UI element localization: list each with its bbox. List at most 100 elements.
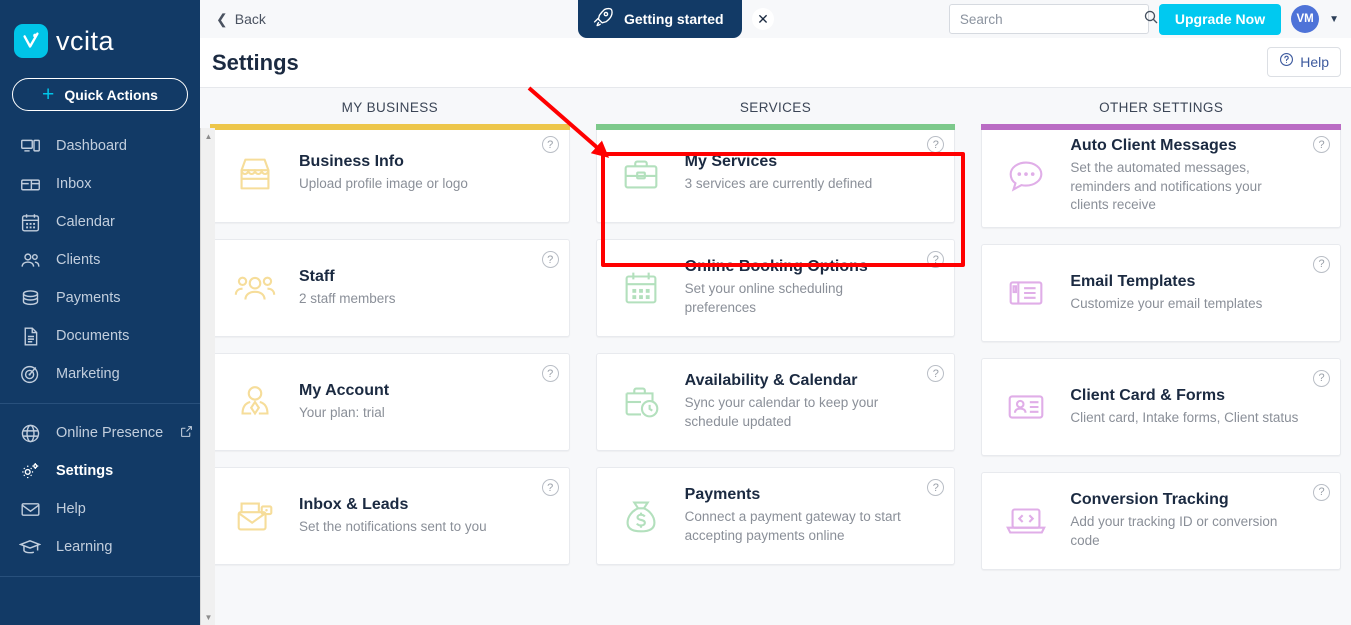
briefcase-clock-icon bbox=[613, 379, 669, 425]
question-circle-icon bbox=[1279, 52, 1294, 72]
card-email-templates[interactable]: Email Templates Customize your email tem… bbox=[981, 244, 1341, 342]
sidebar-item-label: Marketing bbox=[56, 366, 120, 382]
accent-bar bbox=[596, 124, 956, 130]
settings-columns: MY BUSINESS Business Info Upload profile… bbox=[200, 88, 1351, 586]
id-card-icon bbox=[998, 384, 1054, 430]
sidebar-item-label: Clients bbox=[56, 252, 100, 268]
card-payments[interactable]: Payments Connect a payment gateway to st… bbox=[596, 467, 956, 565]
sidebar-item-help[interactable]: Help bbox=[0, 490, 200, 528]
close-icon[interactable]: ✕ bbox=[752, 8, 774, 30]
envelope-icon bbox=[18, 497, 42, 521]
column-title: SERVICES bbox=[596, 100, 956, 115]
getting-started-button[interactable]: Getting started bbox=[578, 0, 742, 38]
payments-icon bbox=[18, 286, 42, 310]
sidebar-item-dashboard[interactable]: Dashboard bbox=[0, 127, 200, 165]
scroll-up-arrow[interactable]: ▲ bbox=[201, 128, 216, 144]
sidebar-item-clients[interactable]: Clients bbox=[0, 241, 200, 279]
topbar-right: Upgrade Now VM ▼ bbox=[949, 4, 1339, 35]
main-area: ❮ Back Getting started ✕ Upgrade Now VM bbox=[200, 0, 1351, 625]
sidebar-item-documents[interactable]: Documents bbox=[0, 317, 200, 355]
sidebar-item-marketing[interactable]: Marketing bbox=[0, 355, 200, 393]
column-services: SERVICES My Services 3 services are curr… bbox=[596, 100, 956, 586]
card-online-booking-options[interactable]: Online Booking Options Set your online s… bbox=[596, 239, 956, 337]
briefcase-icon bbox=[613, 151, 669, 197]
topbar: ❮ Back Getting started ✕ Upgrade Now VM bbox=[200, 0, 1351, 38]
card-subtitle: Set the automated messages, reminders an… bbox=[1070, 159, 1300, 215]
card-my-services[interactable]: My Services 3 services are currently def… bbox=[596, 125, 956, 223]
content-scrollbar[interactable]: ▲ ▼ bbox=[200, 128, 215, 625]
getting-started-label: Getting started bbox=[624, 11, 724, 27]
card-client-card-forms[interactable]: Client Card & Forms Client card, Intake … bbox=[981, 358, 1341, 456]
card-availability-calendar[interactable]: Availability & Calendar Sync your calend… bbox=[596, 353, 956, 451]
question-mark-icon[interactable]: ? bbox=[542, 365, 559, 382]
sidebar-item-label: Learning bbox=[56, 539, 112, 555]
help-label: Help bbox=[1300, 54, 1329, 70]
brand-logo[interactable]: vcita bbox=[0, 0, 200, 58]
storefront-icon bbox=[227, 151, 283, 197]
card-my-account[interactable]: My Account Your plan: trial ? bbox=[210, 353, 570, 451]
card-title: My Account bbox=[299, 382, 389, 400]
avatar[interactable]: VM bbox=[1291, 5, 1319, 33]
sidebar-item-label: Payments bbox=[56, 290, 120, 306]
question-mark-icon[interactable]: ? bbox=[927, 479, 944, 496]
plus-icon: + bbox=[42, 84, 54, 105]
sidebar-item-settings[interactable]: Settings bbox=[0, 452, 200, 490]
card-subtitle: 3 services are currently defined bbox=[685, 175, 873, 194]
question-mark-icon[interactable]: ? bbox=[1313, 370, 1330, 387]
card-inbox-leads[interactable]: Inbox & Leads Set the notifications sent… bbox=[210, 467, 570, 565]
sidebar-item-calendar[interactable]: Calendar bbox=[0, 203, 200, 241]
column-title: OTHER SETTINGS bbox=[981, 100, 1341, 115]
question-mark-icon[interactable]: ? bbox=[542, 136, 559, 153]
help-button[interactable]: Help bbox=[1267, 47, 1341, 77]
card-staff[interactable]: Staff 2 staff members ? bbox=[210, 239, 570, 337]
search-icon[interactable] bbox=[1143, 9, 1159, 30]
card-title: Availability & Calendar bbox=[685, 372, 915, 390]
card-subtitle: Connect a payment gateway to start accep… bbox=[685, 508, 915, 545]
sidebar-item-label: Help bbox=[56, 501, 86, 517]
money-bag-icon bbox=[613, 493, 669, 539]
search-input[interactable] bbox=[960, 12, 1137, 27]
question-mark-icon[interactable]: ? bbox=[1313, 484, 1330, 501]
quick-actions-button[interactable]: + Quick Actions bbox=[12, 78, 188, 111]
sidebar-item-label: Documents bbox=[56, 328, 129, 344]
inbox-icon bbox=[18, 172, 42, 196]
search-box[interactable] bbox=[949, 4, 1149, 34]
back-button[interactable]: ❮ Back bbox=[216, 11, 266, 28]
card-subtitle: Add your tracking ID or conversion code bbox=[1070, 513, 1300, 550]
question-mark-icon[interactable]: ? bbox=[1313, 256, 1330, 273]
card-body: Conversion Tracking Add your tracking ID… bbox=[1070, 491, 1300, 550]
sidebar-item-learning[interactable]: Learning bbox=[0, 528, 200, 566]
question-mark-icon[interactable]: ? bbox=[542, 251, 559, 268]
sidebar-item-label: Settings bbox=[56, 463, 113, 479]
question-mark-icon[interactable]: ? bbox=[927, 136, 944, 153]
sidebar-item-inbox[interactable]: Inbox bbox=[0, 165, 200, 203]
card-body: Inbox & Leads Set the notifications sent… bbox=[299, 496, 487, 537]
card-conversion-tracking[interactable]: Conversion Tracking Add your tracking ID… bbox=[981, 472, 1341, 570]
sidebar-item-label: Online Presence bbox=[56, 425, 163, 441]
card-body: Staff 2 staff members bbox=[299, 268, 396, 309]
scroll-down-arrow[interactable]: ▼ bbox=[201, 609, 216, 625]
question-mark-icon[interactable]: ? bbox=[927, 365, 944, 382]
question-mark-icon[interactable]: ? bbox=[1313, 136, 1330, 153]
sidebar-item-payments[interactable]: Payments bbox=[0, 279, 200, 317]
question-mark-icon[interactable]: ? bbox=[542, 479, 559, 496]
gear-icon bbox=[18, 459, 42, 483]
card-subtitle: 2 staff members bbox=[299, 290, 396, 309]
card-title: Online Booking Options bbox=[685, 258, 915, 276]
upgrade-now-button[interactable]: Upgrade Now bbox=[1159, 4, 1281, 35]
laptop-code-icon bbox=[998, 498, 1054, 544]
sidebar-item-online-presence[interactable]: Online Presence bbox=[0, 414, 200, 452]
chevron-down-icon[interactable]: ▼ bbox=[1329, 14, 1339, 25]
card-title: Inbox & Leads bbox=[299, 496, 487, 514]
card-body: Email Templates Customize your email tem… bbox=[1070, 273, 1262, 314]
rocket-icon bbox=[592, 6, 614, 33]
vcita-logo-icon bbox=[14, 24, 48, 58]
external-link-icon bbox=[180, 425, 193, 442]
card-business-info[interactable]: Business Info Upload profile image or lo… bbox=[210, 125, 570, 223]
sidebar-nav: Dashboard Inbox Calendar Clients bbox=[0, 127, 200, 577]
sidebar-divider bbox=[0, 403, 200, 404]
card-auto-client-messages[interactable]: Auto Client Messages Set the automated m… bbox=[981, 125, 1341, 228]
inbox-mail-icon bbox=[227, 493, 283, 539]
newspaper-icon bbox=[998, 270, 1054, 316]
question-mark-icon[interactable]: ? bbox=[927, 251, 944, 268]
